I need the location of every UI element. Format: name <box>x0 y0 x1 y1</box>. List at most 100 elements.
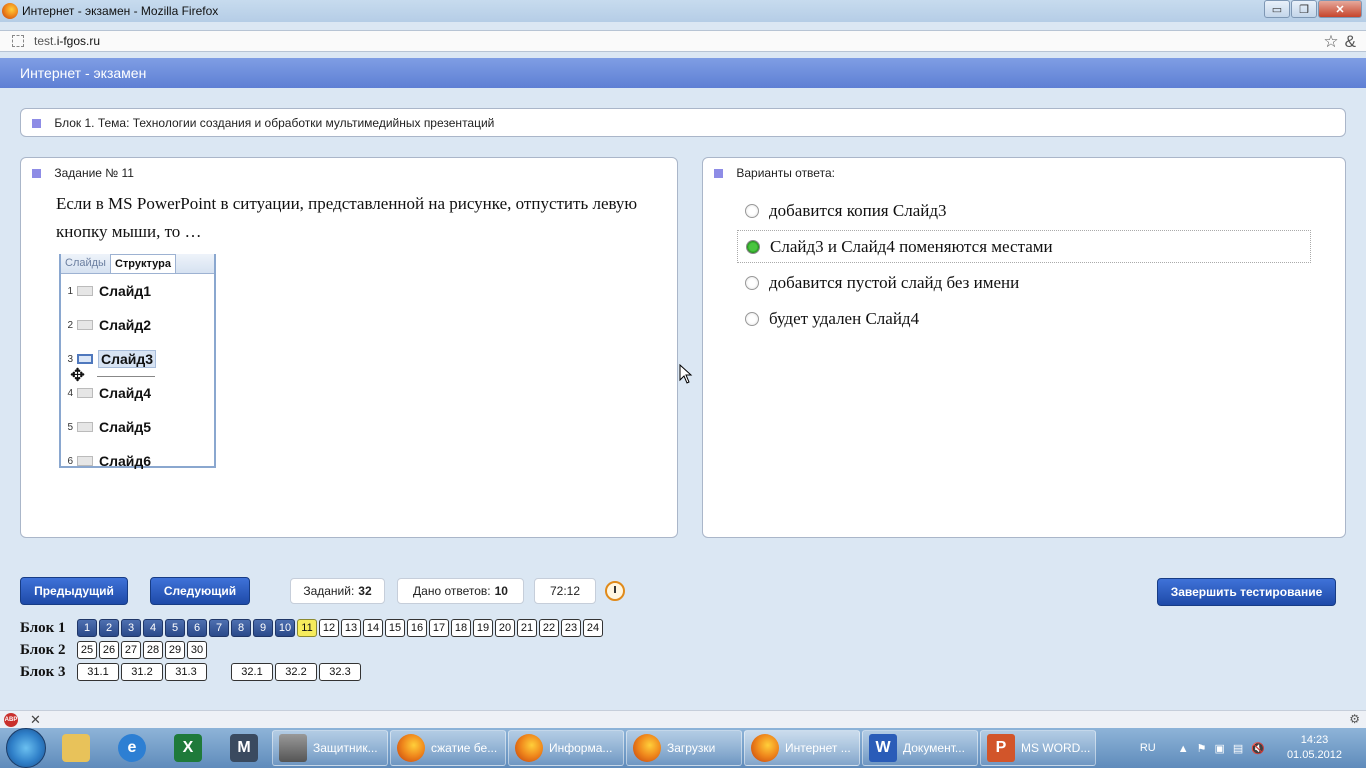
question-nav-button[interactable]: 10 <box>275 619 295 637</box>
ppt-slide-row: 2 Слайд2 <box>67 317 152 333</box>
question-nav-button[interactable]: 11 <box>297 619 317 637</box>
question-nav-button[interactable]: 32.1 <box>231 663 273 681</box>
task-heading: Задание № 11 <box>54 166 134 180</box>
minimize-button[interactable]: ▭ <box>1264 0 1290 18</box>
question-nav-button[interactable]: 6 <box>187 619 207 637</box>
next-button[interactable]: Следующий <box>150 577 250 605</box>
slide-thumb-icon <box>77 320 93 330</box>
wall-icon <box>279 734 307 762</box>
ie-pin[interactable]: e <box>106 729 158 767</box>
question-nav-button[interactable]: 8 <box>231 619 251 637</box>
block-row-3: Блок 3 31.1 31.2 31.3 32.1 32.2 32.3 <box>20 661 603 683</box>
taskbar-button[interactable]: Загрузки <box>626 730 742 766</box>
slide-thumb-icon <box>77 422 93 432</box>
answer-option[interactable]: добавится пустой слайд без имени <box>737 266 1311 299</box>
question-nav-button[interactable]: 23 <box>561 619 581 637</box>
question-nav-button[interactable]: 27 <box>121 641 141 659</box>
page-header: Интернет - экзамен <box>0 58 1366 88</box>
radio-button-checked[interactable] <box>746 239 760 254</box>
ff-icon <box>633 734 661 762</box>
taskbar: e X M Защитник... сжатие бе... Информа... З… <box>0 728 1366 768</box>
question-nav-button[interactable]: 30 <box>187 641 207 659</box>
site-identity-icon[interactable] <box>12 35 24 47</box>
question-nav-button[interactable]: 29 <box>165 641 185 659</box>
question-nav-button[interactable]: 32.2 <box>275 663 317 681</box>
taskbar-button[interactable]: Информа... <box>508 730 624 766</box>
answer-option-selected[interactable]: Слайд3 и Слайд4 поменяются местами <box>737 230 1311 263</box>
question-nav-button[interactable]: 1 <box>77 619 97 637</box>
question-nav-button[interactable]: 25 <box>77 641 97 659</box>
question-nav-button[interactable]: 31.1 <box>77 663 119 681</box>
excel-icon: X <box>174 734 202 762</box>
question-nav-button[interactable]: 4 <box>143 619 163 637</box>
question-nav-button[interactable]: 15 <box>385 619 405 637</box>
answer-option[interactable]: будет удален Слайд4 <box>737 302 1311 335</box>
ff-icon <box>751 734 779 762</box>
excel-pin[interactable]: X <box>162 729 214 767</box>
taskbar-button-label: Защитник... <box>313 741 378 755</box>
question-nav-button[interactable]: 3 <box>121 619 141 637</box>
taskbar-button[interactable]: сжатие бе... <box>390 730 506 766</box>
block-title-panel: Блок 1. Тема: Технологии создания и обра… <box>20 108 1346 137</box>
question-nav-button[interactable]: 31.3 <box>165 663 207 681</box>
taskbar-button-label: Интернет ... <box>785 741 851 755</box>
taskbar-button[interactable]: Интернет ... <box>744 730 860 766</box>
question-nav-button[interactable]: 26 <box>99 641 119 659</box>
window-title: Интернет - экзамен - Mozilla Firefox <box>22 4 219 18</box>
app-m-pin[interactable]: M <box>218 729 270 767</box>
taskbar-button-label: Загрузки <box>667 741 716 755</box>
answer-option[interactable]: добавится копия Слайд3 <box>737 194 1311 227</box>
question-nav-button[interactable]: 21 <box>517 619 537 637</box>
question-nav-button[interactable]: 12 <box>319 619 339 637</box>
question-nav-button[interactable]: 16 <box>407 619 427 637</box>
tray-icons[interactable]: ▲⚑▣▤🔇 <box>1178 742 1273 755</box>
ie-icon: e <box>118 734 146 762</box>
question-nav-button[interactable]: 14 <box>363 619 383 637</box>
question-nav-button[interactable]: 20 <box>495 619 515 637</box>
url-text[interactable]: test.i-fgos.ru <box>34 34 100 48</box>
tasks-count: Заданий: 32 <box>290 578 385 604</box>
question-nav-button[interactable]: 18 <box>451 619 471 637</box>
question-nav-button[interactable]: 5 <box>165 619 185 637</box>
question-navigator: Блок 1 1 2 3 4 5 6 7 8 9 10 11 12 13 14 15 16 17 18 19 20 21… <box>20 617 603 683</box>
question-nav-button[interactable]: 19 <box>473 619 493 637</box>
question-nav-button[interactable]: 31.2 <box>121 663 163 681</box>
question-nav-button[interactable]: 7 <box>209 619 229 637</box>
slide-thumb-icon <box>77 354 93 364</box>
taskbar-button-label: сжатие бе... <box>431 741 498 755</box>
answered-count: Дано ответов: 10 <box>397 578 524 604</box>
radio-button[interactable] <box>745 275 759 290</box>
question-nav-button[interactable]: 32.3 <box>319 663 361 681</box>
radio-button[interactable] <box>745 311 759 326</box>
question-nav-button[interactable]: 9 <box>253 619 273 637</box>
powerpoint-outline-figure: Слайды Структура 1 Слайд1 2 Слайд2 3 Сла… <box>59 254 216 469</box>
prev-button[interactable]: Предыдущий <box>20 577 128 605</box>
addon-icon[interactable]: & <box>1345 32 1356 52</box>
taskbar-button[interactable]: Защитник... <box>272 730 388 766</box>
question-nav-button[interactable]: 22 <box>539 619 559 637</box>
language-indicator[interactable]: RU <box>1140 742 1156 754</box>
maximize-button[interactable]: ❐ <box>1291 0 1317 18</box>
ppt-slide-row: 4 Слайд4 <box>67 385 152 401</box>
taskbar-button[interactable]: P MS WORD... <box>980 730 1096 766</box>
question-nav-button[interactable]: 13 <box>341 619 361 637</box>
addon-close-icon[interactable]: ✕ <box>30 712 41 728</box>
question-nav-button[interactable]: 2 <box>99 619 119 637</box>
address-bar[interactable]: test.i-fgos.ru ☆ & <box>0 30 1366 52</box>
radio-button[interactable] <box>745 203 759 218</box>
taskbar-button[interactable]: W Документ... <box>862 730 978 766</box>
start-button[interactable] <box>6 728 46 768</box>
question-nav-button[interactable]: 24 <box>583 619 603 637</box>
bullet-icon <box>714 169 723 179</box>
slide-thumb-icon <box>77 456 93 466</box>
question-nav-button[interactable]: 28 <box>143 641 163 659</box>
taskbar-button-label: Информа... <box>549 741 613 755</box>
question-nav-button[interactable]: 17 <box>429 619 449 637</box>
clock[interactable]: 14:23 01.05.2012 <box>1287 733 1342 763</box>
adblock-icon[interactable]: ABP <box>4 712 18 727</box>
finish-test-button[interactable]: Завершить тестирование <box>1157 578 1336 606</box>
close-button[interactable]: ✕ <box>1318 0 1362 18</box>
explorer-pin[interactable] <box>50 729 102 767</box>
bookmark-star-icon[interactable]: ☆ <box>1323 32 1338 52</box>
addon-settings-icon[interactable]: ⚙ <box>1349 712 1360 726</box>
